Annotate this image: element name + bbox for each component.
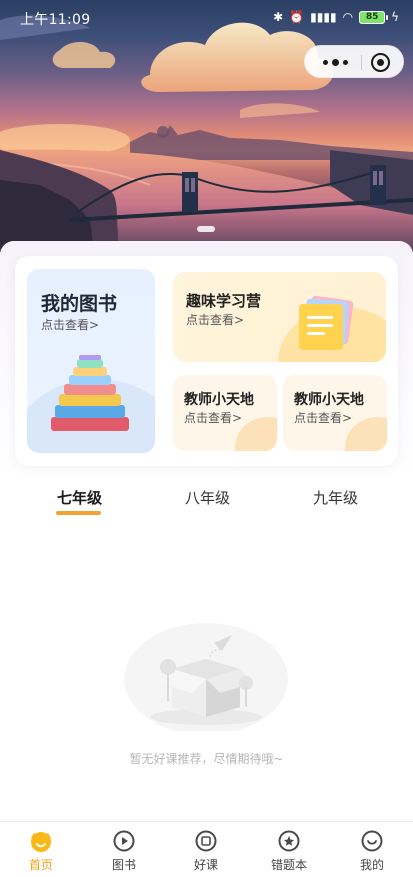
empty-box-illustration <box>124 623 288 731</box>
teacher-corner-title: 教师小天地 <box>184 392 254 408</box>
tab-grade-7[interactable]: 七年级 <box>57 487 102 508</box>
alarm-icon: ⏰ <box>289 10 305 24</box>
mini-program-capsule <box>304 45 404 78</box>
main-content: 我的图书 点击查看> 趣味学习营 点击查看> 教师小天地 点击查看> 教师小天地… <box>0 241 413 821</box>
teacher-corner-title: 教师小天地 <box>294 392 364 408</box>
fun-camp-link: 点击查看> <box>186 313 245 327</box>
book-stack-icon <box>51 355 129 431</box>
hero-banner[interactable]: 上午11:09 ✱ ⏰ ▮▮▮▮ ◠ 85 ϟ <box>0 0 413 260</box>
entry-panel: 我的图书 点击查看> 趣味学习营 点击查看> 教师小天地 点击查看> 教师小天地… <box>15 256 398 466</box>
more-icon[interactable] <box>317 46 353 79</box>
tab-grade-8[interactable]: 八年级 <box>185 487 230 508</box>
teacher-corner-link: 点击查看> <box>184 411 243 425</box>
my-books-link: 点击查看> <box>41 318 100 332</box>
wrong-questions-icon <box>278 830 300 852</box>
nav-item-wrong-questions[interactable]: 错题本 <box>249 822 329 877</box>
status-icons: ✱ ⏰ ▮▮▮▮ ◠ 85 ϟ <box>273 10 399 24</box>
nav-item-profile[interactable]: 我的 <box>332 822 412 877</box>
book-icon <box>113 830 135 852</box>
profile-icon <box>361 830 383 852</box>
grade-tabs: 七年级 八年级 九年级 <box>0 487 413 517</box>
bottom-nav: 首页 图书 好课 错题本 我的 <box>0 821 413 877</box>
active-tab-indicator <box>56 511 101 515</box>
hero-illustration <box>0 15 413 260</box>
course-icon <box>195 830 217 852</box>
home-icon <box>31 832 51 852</box>
fun-camp-title: 趣味学习营 <box>186 292 262 310</box>
fun-camp-card[interactable]: 趣味学习营 点击查看> <box>173 272 386 362</box>
teacher-corner-card-2[interactable]: 教师小天地 点击查看> <box>283 375 387 451</box>
capsule-divider <box>361 55 362 70</box>
nav-label-courses: 好课 <box>193 858 218 872</box>
status-time: 上午11:09 <box>20 12 91 28</box>
nav-label-wrong-questions: 错题本 <box>270 858 307 872</box>
charging-icon: ϟ <box>391 10 399 24</box>
signal-icon: ▮▮▮▮ <box>310 10 337 24</box>
carousel-indicator <box>197 226 215 232</box>
my-books-card[interactable]: 我的图书 点击查看> <box>27 269 155 453</box>
nav-item-home[interactable]: 首页 <box>1 822 81 877</box>
tab-grade-9[interactable]: 九年级 <box>313 487 358 508</box>
wifi-icon: ◠ <box>342 10 354 24</box>
status-bar: 上午11:09 ✱ ⏰ ▮▮▮▮ ◠ 85 ϟ <box>0 0 413 36</box>
bluetooth-icon: ✱ <box>273 10 284 24</box>
empty-state-text: 暂无好课推荐，尽情期待哦~ <box>129 752 284 766</box>
teacher-corner-card-1[interactable]: 教师小天地 点击查看> <box>173 375 277 451</box>
nav-label-home: 首页 <box>28 858 53 872</box>
nav-item-books[interactable]: 图书 <box>84 822 164 877</box>
battery-icon: 85 <box>359 10 389 24</box>
notepad-icon <box>299 295 354 350</box>
teacher-corner-link: 点击查看> <box>294 411 353 425</box>
my-books-title: 我的图书 <box>41 293 118 315</box>
nav-label-books: 图书 <box>111 858 136 872</box>
nav-item-courses[interactable]: 好课 <box>166 822 246 877</box>
nav-label-profile: 我的 <box>359 858 384 872</box>
close-icon[interactable] <box>371 53 390 72</box>
